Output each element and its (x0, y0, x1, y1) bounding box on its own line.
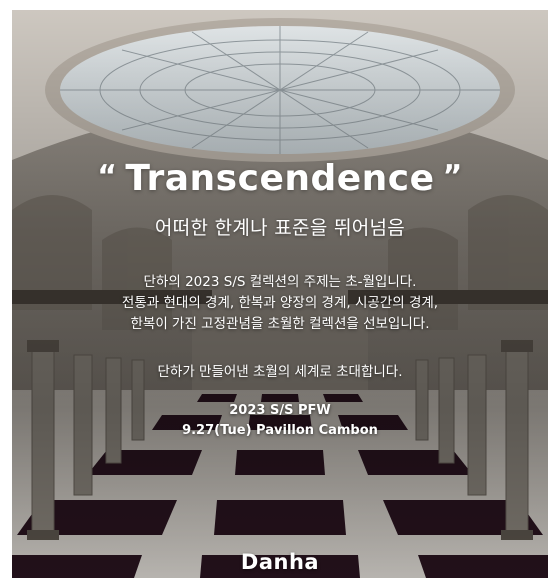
collection-description: 단하의 2023 S/S 컬렉션의 주제는 초-월입니다. 전통과 현대의 경계… (12, 272, 548, 335)
brand-logo: Danha (240, 550, 320, 574)
collection-title: “Transcendence” (12, 158, 548, 199)
description-line: 단하의 2023 S/S 컬렉션의 주제는 초-월입니다. (143, 274, 417, 290)
poster-content: “Transcendence” 어떠한 한계나 표준을 뛰어넘음 단하의 202… (12, 10, 548, 578)
open-quote: “ (97, 159, 118, 194)
description-line: 한복이 가진 고정관념을 초월한 컬렉션을 선보입니다. (130, 316, 430, 332)
close-quote: ” (442, 159, 463, 194)
description-line: 전통과 현대의 경계, 한복과 양장의 경계, 시공간의 경계, (121, 295, 439, 311)
collection-subtitle: 어떠한 한계나 표준을 뛰어넘음 (154, 217, 406, 239)
poster-image: “Transcendence” 어떠한 한계나 표준을 뛰어넘음 단하의 202… (12, 10, 548, 578)
event-date-venue: 9.27(Tue) Pavillon Cambon (182, 423, 378, 438)
event-name: 2023 S/S PFW (229, 403, 331, 418)
title-text: Transcendence (125, 158, 435, 199)
invitation-text: 단하가 만들어낸 초월의 세계로 초대합니다. (157, 364, 403, 380)
event-info: 2023 S/S PFW 9.27(Tue) Pavillon Cambon (12, 401, 548, 441)
